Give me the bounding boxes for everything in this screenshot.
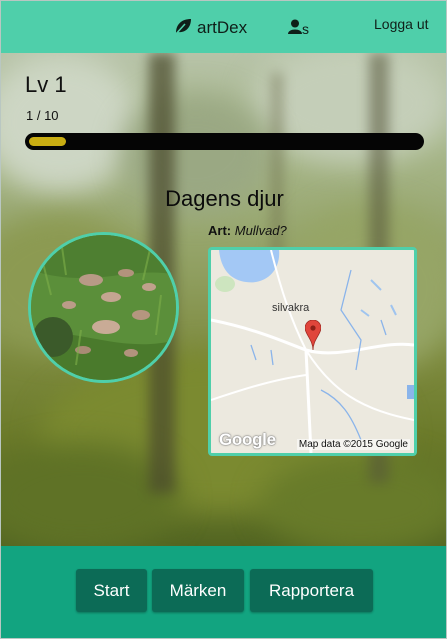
progress-bar-fill: [29, 137, 66, 146]
start-button[interactable]: Start: [76, 569, 147, 612]
map-pin-icon[interactable]: [304, 319, 322, 355]
map-attribution: Map data ©2015 Google: [296, 439, 410, 450]
user-icon: [288, 19, 302, 37]
brand[interactable]: artDex: [173, 17, 247, 39]
user-menu[interactable]: s: [288, 19, 309, 37]
daily-animal-title: Dagens djur: [165, 186, 284, 211]
badges-button[interactable]: Märken: [152, 569, 244, 612]
leaf-icon: [173, 16, 197, 41]
logout-link[interactable]: Logga ut: [374, 16, 429, 32]
app-frame: artDex s Logga ut Lv 1 1 / 10 Dagens dju…: [0, 0, 447, 639]
species-value: Mullvad?: [234, 223, 287, 238]
progress-bar: [25, 133, 424, 150]
location-map[interactable]: silvakra Google Map data ©2015 Google: [208, 247, 417, 456]
username: s: [302, 21, 309, 37]
brand-name: artDex: [197, 18, 248, 37]
species-line: Art: Mullvad?: [208, 223, 287, 238]
species-label: Art:: [208, 223, 232, 238]
map-place-label: silvakra: [272, 302, 310, 314]
progress-text: 1 / 10: [26, 108, 59, 123]
report-button[interactable]: Rapportera: [250, 569, 373, 612]
level-label: Lv 1: [25, 72, 67, 97]
google-logo: Google: [219, 430, 276, 449]
animal-photo: [28, 232, 179, 383]
top-bar: artDex s Logga ut: [1, 1, 446, 53]
